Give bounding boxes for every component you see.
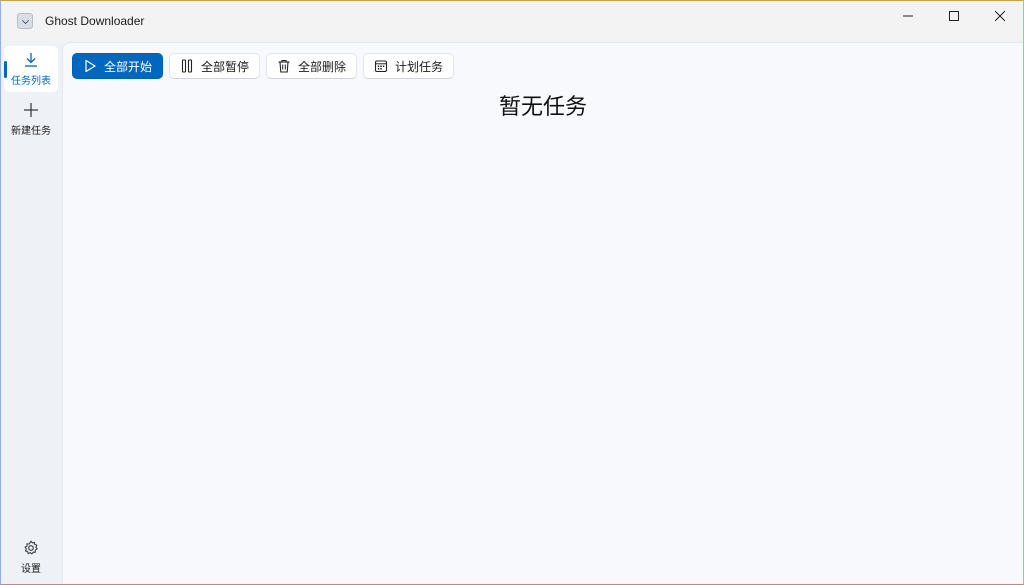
start-all-button[interactable]: 全部开始 [72, 53, 164, 79]
start-all-label: 全部开始 [104, 59, 153, 74]
sidebar: 任务列表 新建任务 设置 [1, 41, 61, 584]
sidebar-item-label: 设置 [21, 563, 41, 575]
schedule-task-button[interactable]: 计划任务 [363, 53, 455, 79]
sidebar-item-settings[interactable]: 设置 [4, 534, 58, 580]
close-button[interactable] [977, 1, 1023, 31]
calendar-icon [373, 58, 389, 74]
close-icon [995, 11, 1005, 21]
active-indicator [4, 61, 7, 78]
sidebar-item-new-task[interactable]: 新建任务 [4, 96, 58, 142]
app-window: Ghost Downloader 任务列表 新建任务 设置 全部开始 全部暂停 … [0, 0, 1024, 585]
maximize-button[interactable] [931, 1, 977, 31]
title-bar[interactable]: Ghost Downloader [1, 1, 1023, 41]
delete-all-label: 全部删除 [298, 59, 347, 74]
sidebar-item-task-list[interactable]: 任务列表 [4, 46, 58, 92]
pause-icon [179, 58, 195, 74]
play-icon [82, 58, 98, 74]
task-list-panel: 全部开始 全部暂停 全部删除 计划任务 暂无任务 [62, 42, 1023, 584]
trash-icon [276, 58, 292, 74]
window-controls [885, 1, 1023, 31]
pause-all-label: 全部暂停 [201, 59, 250, 74]
toolbar: 全部开始 全部暂停 全部删除 计划任务 [72, 53, 455, 79]
app-logo-icon [17, 13, 33, 29]
gear-icon [24, 539, 38, 555]
download-icon [25, 52, 37, 67]
sidebar-item-label: 新建任务 [11, 125, 51, 137]
window-title: Ghost Downloader [45, 14, 145, 28]
schedule-task-label: 计划任务 [395, 59, 444, 74]
sidebar-item-label: 任务列表 [11, 75, 51, 87]
delete-all-button[interactable]: 全部删除 [266, 53, 358, 79]
minimize-icon [903, 15, 913, 17]
pause-all-button[interactable]: 全部暂停 [169, 53, 261, 79]
plus-icon [24, 102, 38, 117]
empty-state-text: 暂无任务 [498, 94, 587, 119]
minimize-button[interactable] [885, 1, 931, 31]
maximize-icon [949, 11, 959, 21]
